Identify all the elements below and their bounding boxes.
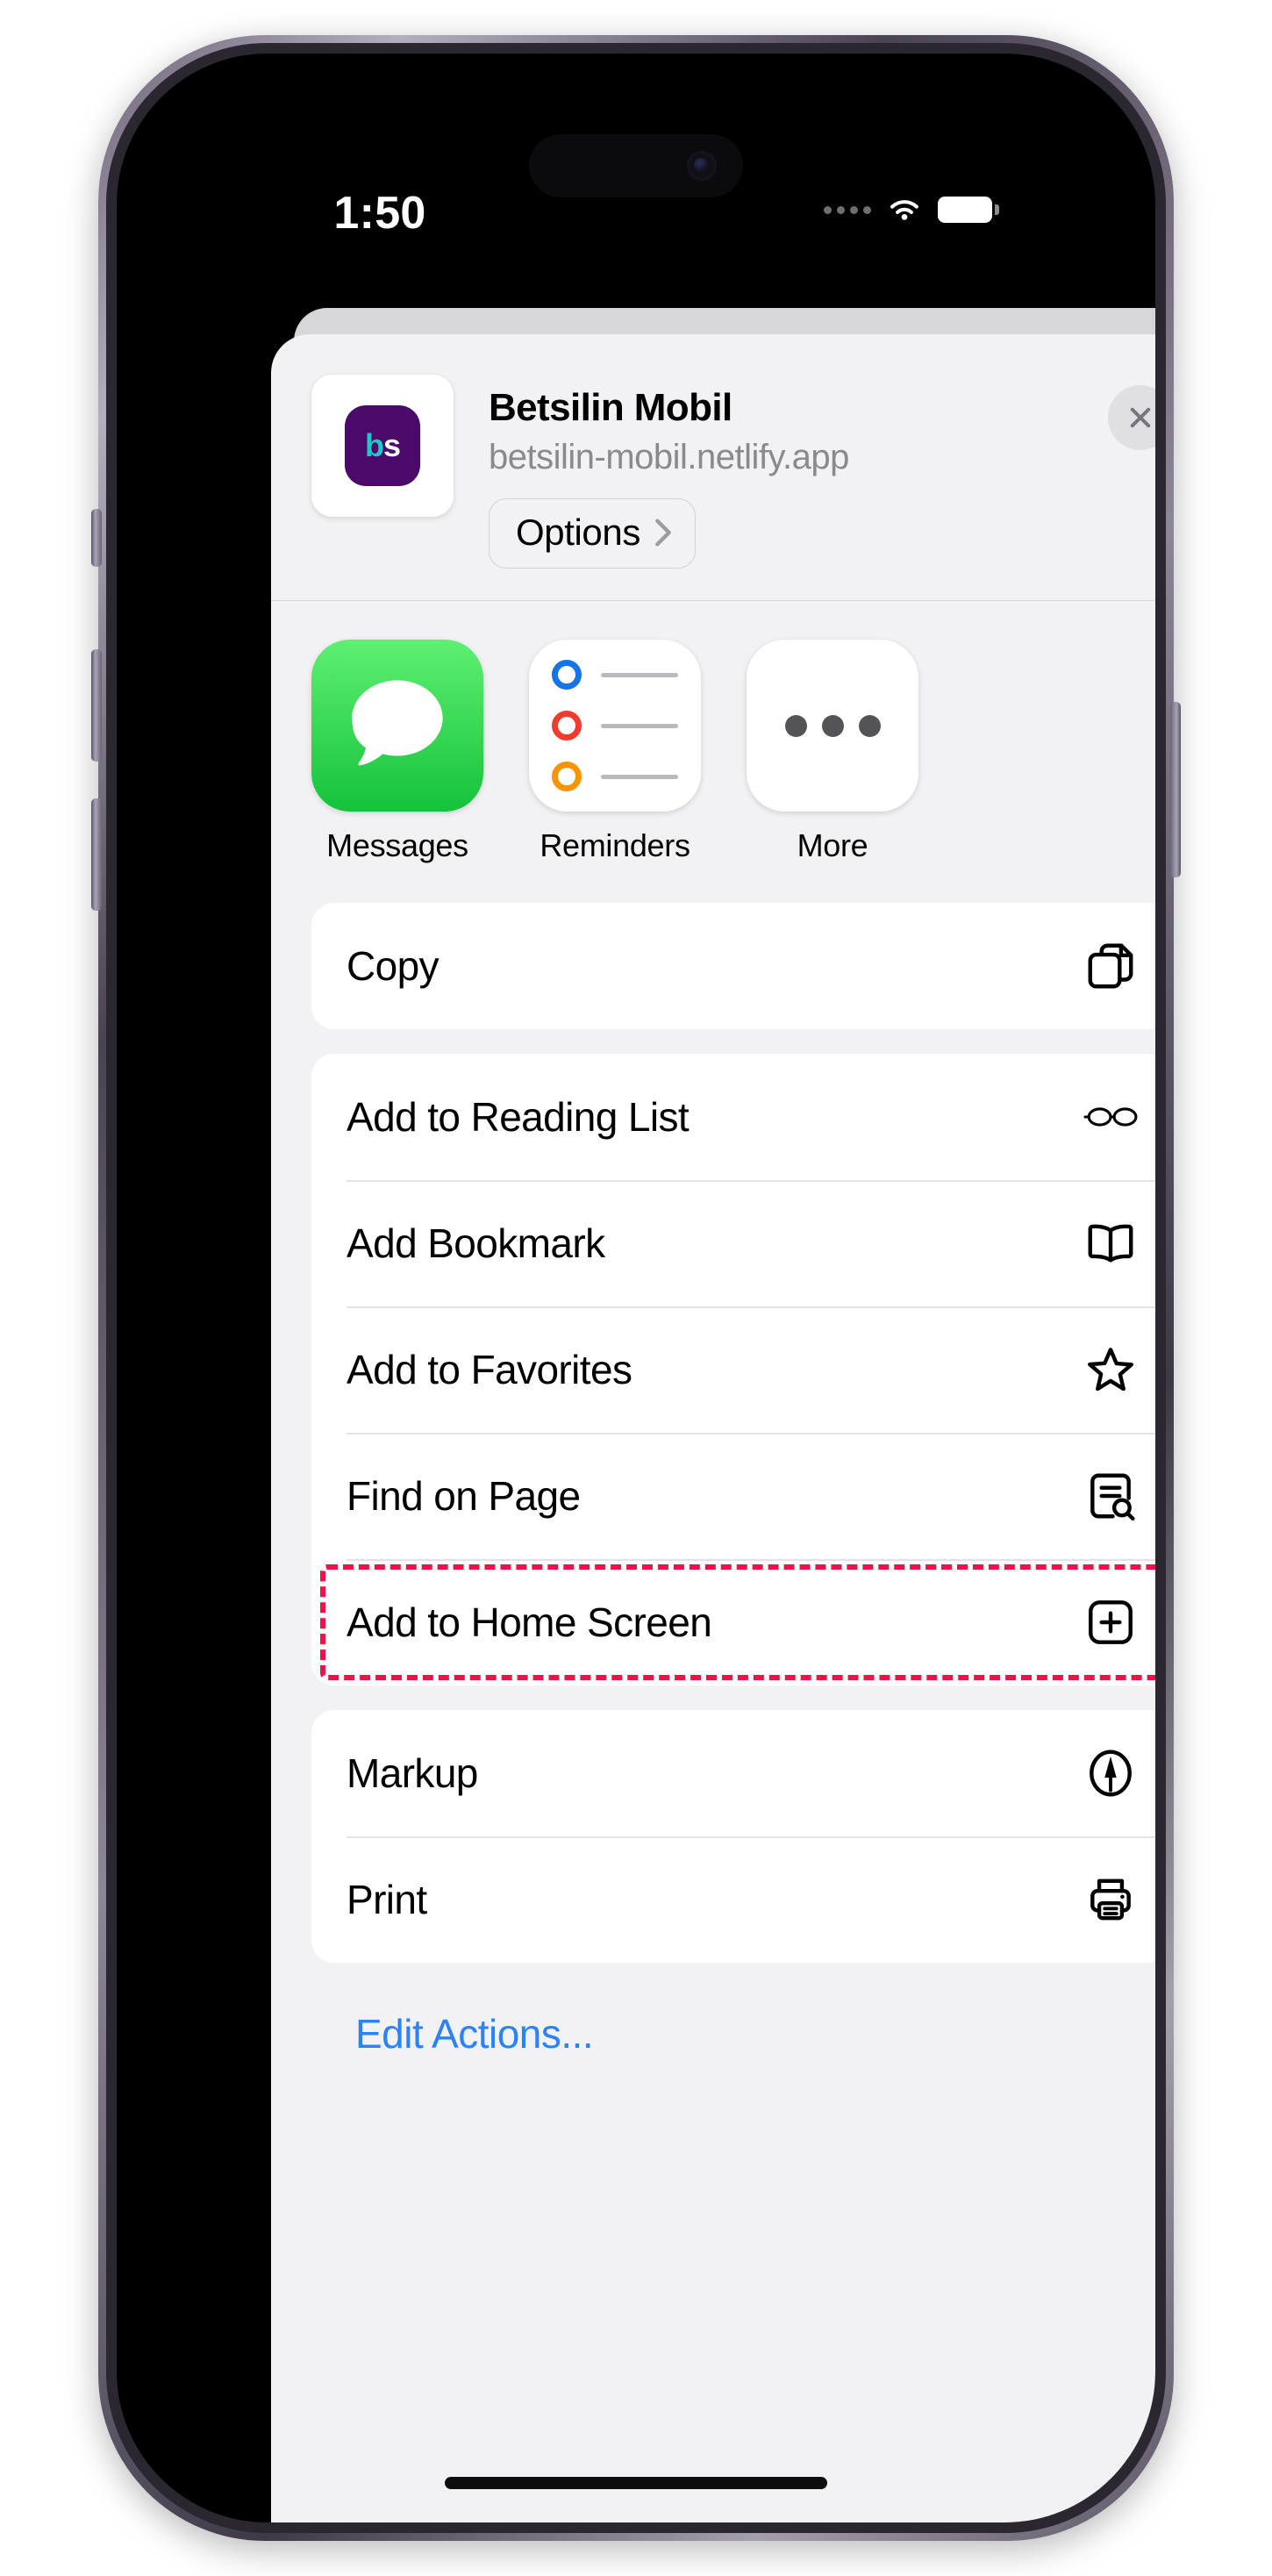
- action-row-add-to-home-screen[interactable]: Add to Home Screen: [311, 1559, 1155, 1685]
- action-row-label: Add Bookmark: [347, 1220, 605, 1267]
- action-row-label: Add to Favorites: [347, 1347, 632, 1393]
- messages-icon: [311, 640, 483, 812]
- share-targets-row: Messages Reminders More: [271, 601, 1155, 896]
- options-button-label: Options: [516, 512, 640, 554]
- markup-pen-icon: [1090, 1750, 1132, 1797]
- action-row-label: Markup: [347, 1750, 478, 1797]
- site-favicon-glyph: bs: [345, 405, 420, 486]
- copy-documents-icon: [1088, 943, 1133, 989]
- share-target-more[interactable]: More: [747, 640, 918, 864]
- options-button[interactable]: Options: [489, 498, 696, 569]
- front-camera-icon: [687, 151, 717, 181]
- volume-up-button[interactable]: [91, 649, 102, 762]
- silence-switch[interactable]: [91, 509, 102, 567]
- home-indicator[interactable]: [445, 2477, 827, 2489]
- site-favicon: bs: [311, 375, 454, 517]
- reminder-dot-red: [552, 711, 582, 741]
- reminder-bar: [601, 723, 678, 728]
- screenshot-stage: 1:50 bs Betsilin Mobil betsilin-mobil.ne…: [0, 0, 1272, 2576]
- action-row-print[interactable]: Print: [311, 1836, 1155, 1963]
- share-target-reminders[interactable]: Reminders: [529, 640, 701, 864]
- action-group-tools: Markup Print: [311, 1710, 1155, 1964]
- document-search-icon: [1090, 1473, 1135, 1521]
- action-row-markup[interactable]: Markup: [311, 1710, 1155, 1836]
- share-target-label: Reminders: [540, 827, 690, 864]
- favicon-letter-b: b: [364, 427, 384, 463]
- reminder-line: [552, 660, 678, 691]
- ellipsis-dots: [784, 714, 881, 737]
- speech-bubble-icon: [352, 680, 443, 766]
- share-target-messages[interactable]: Messages: [311, 640, 483, 864]
- action-row-label: Add to Home Screen: [347, 1599, 712, 1646]
- printer-icon: [1090, 1879, 1131, 1921]
- reminder-bar: [601, 774, 678, 779]
- dynamic-island: [529, 134, 743, 197]
- action-row-find-on-page[interactable]: Find on Page: [311, 1433, 1155, 1559]
- chevron-right-icon: [655, 519, 671, 547]
- action-row-copy[interactable]: Copy: [311, 903, 1155, 1029]
- reminders-icon: [529, 640, 701, 812]
- cellular-dots-icon: [824, 205, 871, 214]
- phone-screen: 1:50 bs Betsilin Mobil betsilin-mobil.ne…: [117, 54, 1155, 2522]
- battery-full-icon: [938, 197, 999, 223]
- action-row-add-bookmark[interactable]: Add Bookmark: [311, 1180, 1155, 1306]
- more-ellipsis-icon: [747, 640, 918, 812]
- action-row-label: Add to Reading List: [347, 1094, 690, 1141]
- power-button[interactable]: [1170, 702, 1181, 877]
- favicon-letter-s: s: [382, 427, 401, 463]
- action-row-label: Copy: [347, 943, 439, 990]
- action-group-copy: Copy: [311, 903, 1155, 1030]
- action-groups: Copy Add to Reading List Add Bookmark Ad…: [271, 896, 1155, 2057]
- reminder-dot-orange: [552, 762, 582, 792]
- share-sheet: bs Betsilin Mobil betsilin-mobil.netlify…: [271, 334, 1155, 2522]
- page-url: betsilin-mobil.netlify.app: [489, 438, 849, 477]
- reminder-line: [552, 711, 678, 741]
- action-group-browser: Add to Reading List Add Bookmark Add to …: [311, 1054, 1155, 1686]
- close-icon: [1130, 407, 1151, 428]
- glasses-icon: [1083, 1107, 1138, 1127]
- share-target-label: Messages: [326, 827, 468, 864]
- share-target-label: More: [797, 827, 868, 864]
- star-icon: [1088, 1348, 1133, 1392]
- wifi-icon: [890, 200, 918, 220]
- open-book-icon: [1088, 1224, 1133, 1263]
- action-row-label: Find on Page: [347, 1473, 581, 1520]
- reminder-line: [552, 762, 678, 792]
- edit-actions-link[interactable]: Edit Actions...: [311, 1987, 1155, 2057]
- action-row-label: Print: [347, 1877, 427, 1923]
- page-title: Betsilin Mobil: [489, 386, 732, 429]
- action-row-add-to-reading-list[interactable]: Add to Reading List: [311, 1054, 1155, 1180]
- reminder-bar: [601, 672, 678, 677]
- plus-square-icon: [1089, 1600, 1133, 1645]
- share-sheet-header-text: Betsilin Mobil betsilin-mobil.netlify.ap…: [489, 375, 1155, 569]
- share-sheet-header: bs Betsilin Mobil betsilin-mobil.netlify…: [271, 334, 1155, 602]
- status-bar-indicators: [824, 196, 999, 224]
- status-bar-time: 1:50: [333, 188, 426, 239]
- reminder-dot-blue: [552, 660, 582, 691]
- action-row-add-to-favorites[interactable]: Add to Favorites: [311, 1306, 1155, 1433]
- volume-down-button[interactable]: [91, 798, 102, 911]
